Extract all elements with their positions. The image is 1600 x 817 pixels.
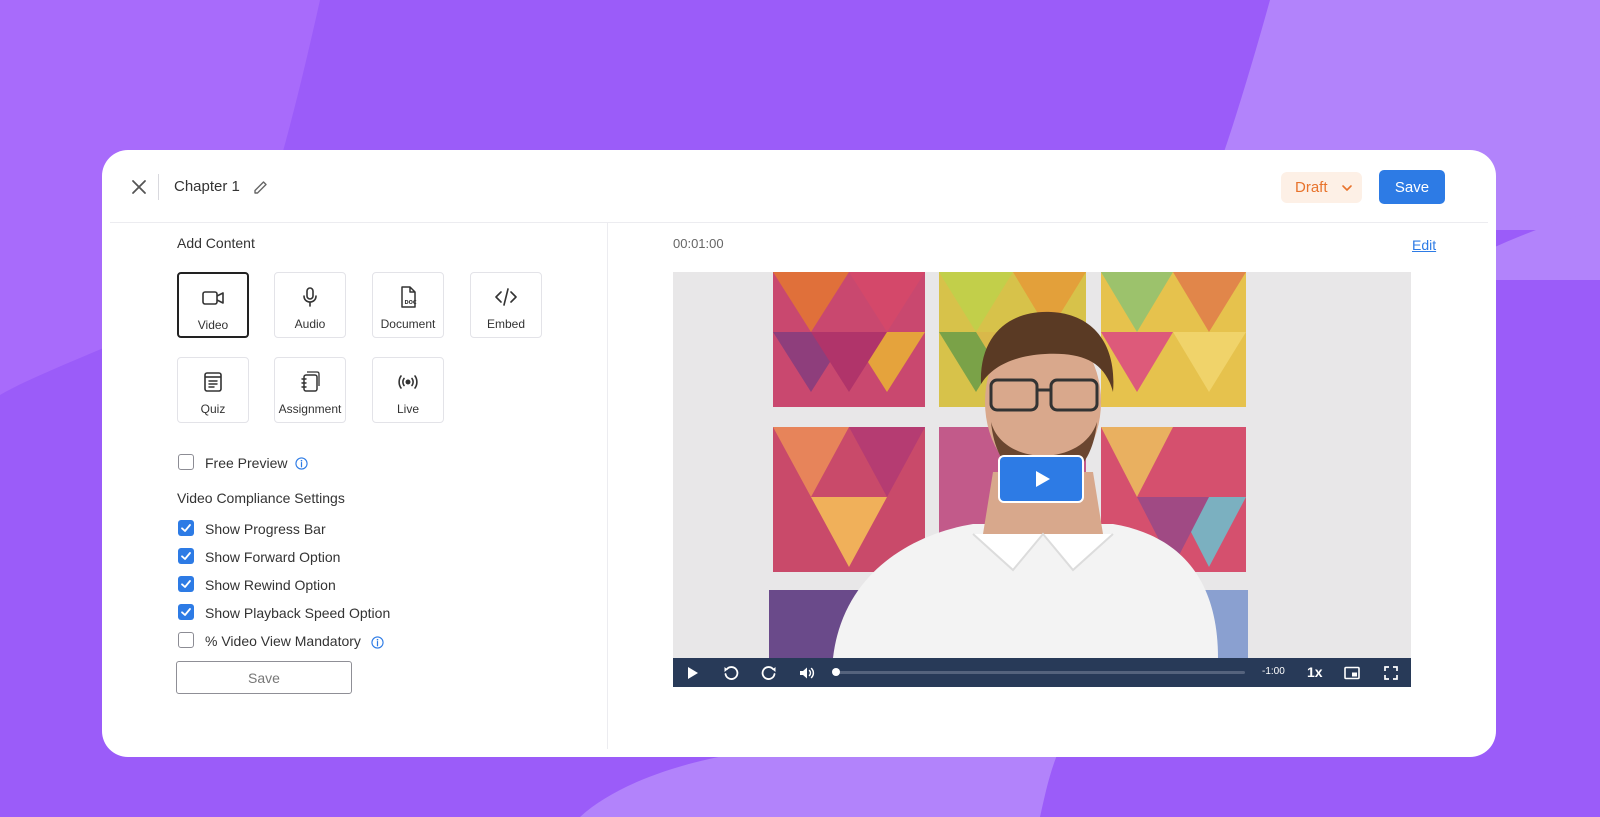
save-button[interactable]: Save [1379,170,1445,204]
content-type-audio[interactable]: Audio [274,272,346,338]
compliance-save-button[interactable]: Save [176,661,352,694]
play-icon[interactable] [683,664,701,682]
panel-divider [607,222,608,749]
video-camera-icon [202,291,224,305]
show-forward-option-label: Show Forward Option [205,549,341,565]
video-view-mandatory-label: % Video View Mandatory [205,633,361,649]
microphone-icon [303,287,317,307]
playback-speed-button[interactable]: 1x [1307,664,1323,680]
chevron-down-icon [1342,185,1352,191]
picture-in-picture-icon[interactable] [1343,664,1361,682]
status-dropdown[interactable]: Draft [1281,172,1362,203]
rewind-icon[interactable] [722,664,740,682]
show-rewind-option-label: Show Rewind Option [205,577,336,593]
compliance-title: Video Compliance Settings [177,490,345,506]
content-type-live[interactable]: Live [372,357,444,423]
content-type-quiz[interactable]: Quiz [177,357,249,423]
video-player[interactable]: -1:00 1x [673,272,1411,687]
show-progress-bar-label: Show Progress Bar [205,521,326,537]
player-controls: -1:00 1x [673,658,1411,687]
show-playback-speed-label: Show Playback Speed Option [205,605,391,621]
video-view-mandatory-checkbox[interactable] [178,632,194,648]
time-remaining: -1:00 [1262,666,1285,677]
content-type-document[interactable]: DOC Document [372,272,444,338]
content-type-embed[interactable]: Embed [470,272,542,338]
code-icon [495,288,517,306]
content-settings-panel: Add Content Video Audio DOC Document Emb… [0,0,600,817]
fullscreen-icon[interactable] [1382,664,1400,682]
status-label: Draft [1295,179,1328,196]
info-icon[interactable] [295,457,308,470]
play-icon [1036,471,1050,487]
volume-icon[interactable] [798,664,816,682]
content-type-label: Assignment [278,402,342,416]
checkmark-icon [181,552,191,560]
progress-bar[interactable] [833,671,1245,674]
video-duration: 00:01:00 [673,236,724,251]
free-preview-checkbox[interactable] [178,454,194,470]
edit-link[interactable]: Edit [1412,237,1436,253]
assignment-icon [301,371,320,392]
svg-text:DOC: DOC [405,300,417,306]
content-type-video[interactable]: Video [177,272,249,338]
show-progress-bar-checkbox[interactable] [178,520,194,536]
show-forward-option-checkbox[interactable] [178,548,194,564]
add-content-title: Add Content [177,235,255,251]
content-type-label: Quiz [200,402,226,416]
free-preview-label: Free Preview [205,455,288,471]
show-playback-speed-checkbox[interactable] [178,604,194,620]
checkmark-icon [181,524,191,532]
big-play-button[interactable] [998,455,1084,503]
document-icon: DOC [401,286,417,308]
info-icon[interactable] [371,636,384,649]
content-type-label: Video [197,318,229,332]
forward-icon[interactable] [760,664,778,682]
progress-knob[interactable] [832,668,840,676]
content-type-label: Embed [486,317,526,331]
content-type-label: Live [396,402,419,416]
show-rewind-option-checkbox[interactable] [178,576,194,592]
broadcast-icon [398,375,418,389]
quiz-icon [204,372,222,392]
content-type-label: Audio [294,317,326,331]
content-type-assignment[interactable]: Assignment [274,357,346,423]
content-type-label: Document [380,317,436,331]
checkmark-icon [181,580,191,588]
checkmark-icon [181,608,191,616]
